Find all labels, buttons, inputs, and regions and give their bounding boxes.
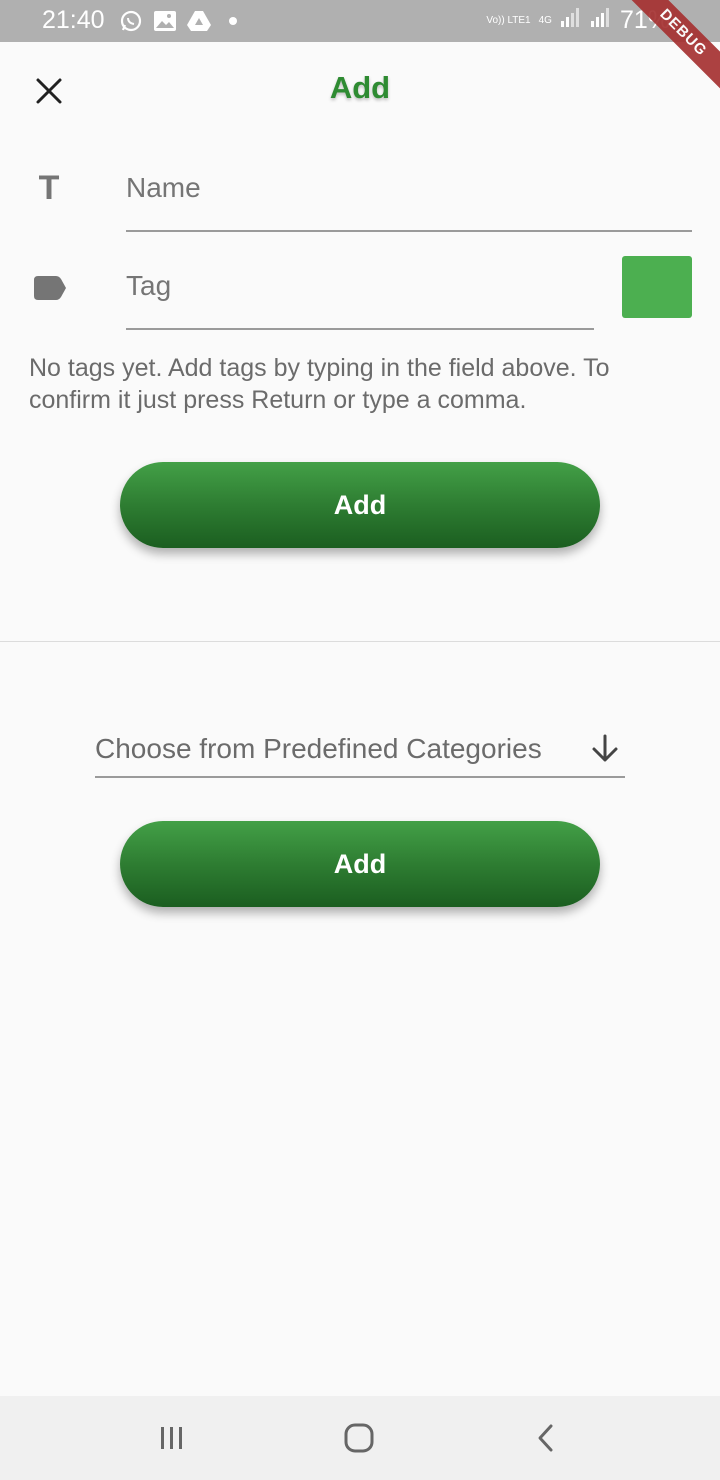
recents-button[interactable] — [150, 1416, 194, 1460]
arrow-down-icon — [592, 734, 618, 762]
name-input[interactable] — [126, 160, 692, 204]
status-notification-icons — [118, 8, 246, 34]
home-button[interactable] — [337, 1416, 381, 1460]
signal-icon-2 — [590, 6, 612, 35]
back-button[interactable] — [524, 1416, 568, 1460]
gallery-icon — [152, 8, 178, 34]
dropdown-label: Choose from Predefined Categories — [95, 733, 542, 764]
whatsapp-icon — [118, 8, 144, 34]
volte-label: Vo)) LTE1 — [486, 14, 531, 26]
section-divider — [0, 641, 720, 642]
drive-icon — [186, 8, 212, 34]
signal-icon — [560, 6, 582, 35]
network-label: 4G — [538, 14, 552, 26]
system-nav-bar — [0, 1396, 720, 1480]
page-title: Add — [329, 70, 391, 105]
label-icon — [32, 274, 68, 302]
recents-icon — [161, 1427, 182, 1449]
home-icon — [344, 1423, 374, 1453]
add-predefined-button[interactable]: Add — [120, 821, 600, 907]
status-time: 21:40 — [42, 6, 105, 34]
predefined-categories-dropdown[interactable]: Choose from Predefined Categories — [95, 726, 625, 778]
tag-color-picker[interactable] — [622, 256, 692, 318]
text-format-icon: T — [38, 169, 60, 207]
back-icon — [538, 1424, 553, 1452]
tags-helper-text: No tags yet. Add tags by typing in the f… — [29, 354, 610, 414]
add-button[interactable]: Add — [120, 462, 600, 548]
name-field-container — [126, 160, 692, 232]
dot-icon — [220, 8, 246, 34]
tag-field-container — [126, 258, 594, 330]
status-bar: 21:40 Vo)) LTE1 4G 71% DEBUG — [0, 0, 720, 103]
tag-input[interactable] — [126, 258, 594, 302]
